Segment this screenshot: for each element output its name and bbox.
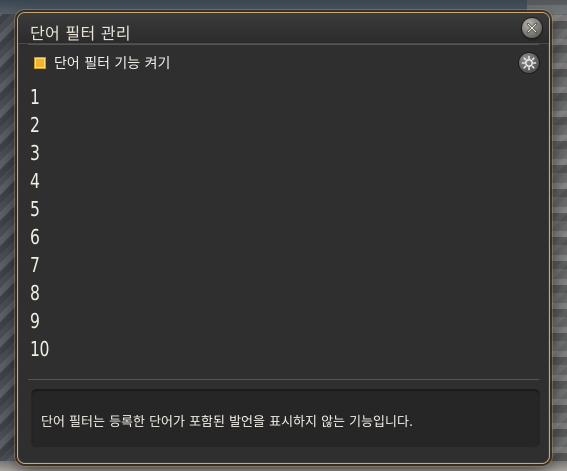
description-divider bbox=[28, 379, 539, 380]
list-item-number: 7 bbox=[30, 253, 40, 277]
close-button[interactable] bbox=[522, 18, 542, 38]
word-filter-list: 1 2 3 4 5 6 7 8 9 10 bbox=[30, 83, 535, 373]
list-item: 3 bbox=[30, 139, 535, 167]
list-item: 8 bbox=[30, 279, 535, 307]
filter-word-input[interactable] bbox=[56, 169, 535, 193]
list-item-number: 8 bbox=[30, 281, 40, 305]
filter-word-input[interactable] bbox=[56, 113, 535, 137]
title-divider bbox=[28, 44, 539, 45]
list-item-number: 4 bbox=[30, 169, 40, 193]
filter-word-input[interactable] bbox=[56, 337, 535, 361]
filter-enable-checkbox[interactable] bbox=[34, 57, 46, 69]
filter-toggle-label: 단어 필터 기능 켜기 bbox=[54, 56, 171, 72]
list-item-number: 10 bbox=[30, 337, 50, 361]
filter-toggle[interactable]: 단어 필터 기능 켜기 bbox=[34, 54, 170, 72]
list-item: 9 bbox=[30, 307, 535, 335]
list-item: 10 bbox=[30, 335, 535, 363]
close-icon bbox=[526, 22, 538, 34]
settings-button[interactable] bbox=[519, 53, 539, 73]
list-item-number: 2 bbox=[30, 113, 40, 137]
list-item: 1 bbox=[30, 83, 535, 111]
filter-word-input[interactable] bbox=[56, 225, 535, 249]
list-item: 2 bbox=[30, 111, 535, 139]
window-title: 단어 필터 관리 bbox=[30, 24, 131, 43]
filter-word-input[interactable] bbox=[56, 309, 535, 333]
list-item: 7 bbox=[30, 251, 535, 279]
list-item: 4 bbox=[30, 167, 535, 195]
filter-word-input[interactable] bbox=[56, 141, 535, 165]
description-box: 단어 필터는 등록한 단어가 포함된 발언을 표시하지 않는 기능입니다. bbox=[31, 389, 540, 448]
list-item-number: 9 bbox=[30, 309, 40, 333]
list-item: 6 bbox=[30, 223, 535, 251]
list-item-number: 6 bbox=[30, 225, 40, 249]
filter-word-input[interactable] bbox=[56, 281, 535, 305]
list-item-number: 5 bbox=[30, 197, 40, 221]
filter-word-input[interactable] bbox=[56, 197, 535, 221]
filter-word-input[interactable] bbox=[56, 85, 535, 109]
description-text: 단어 필터는 등록한 단어가 포함된 발언을 표시하지 않는 기능입니다. bbox=[41, 415, 414, 430]
gear-icon bbox=[521, 55, 537, 71]
list-item-number: 3 bbox=[30, 141, 40, 165]
filter-word-input[interactable] bbox=[56, 253, 535, 277]
list-item: 5 bbox=[30, 195, 535, 223]
window-titlebar[interactable]: 단어 필터 관리 bbox=[18, 13, 549, 44]
list-item-number: 1 bbox=[30, 85, 40, 109]
word-filter-window: 단어 필터 관리 단어 필터 기능 켜기 1 2 3 4 5 6 7 8 9 1… bbox=[17, 12, 550, 464]
